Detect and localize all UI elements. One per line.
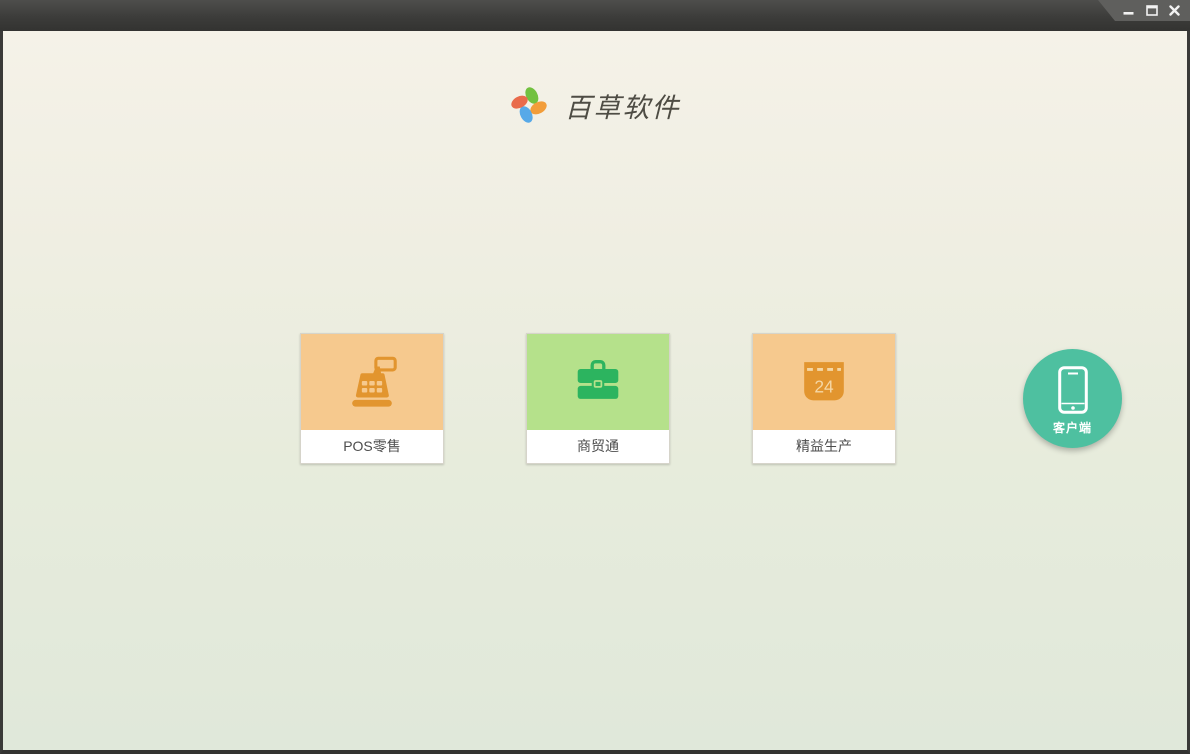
- minimize-icon: [1123, 12, 1134, 15]
- product-tile: [301, 334, 443, 430]
- product-label: 精益生产: [753, 430, 895, 463]
- product-tile: 24: [753, 334, 895, 430]
- product-label: POS零售: [301, 430, 443, 463]
- calendar-icon: 24: [804, 362, 844, 401]
- main-content: 百草软件 POS零售 商贸通 24 精益生产 客户端: [0, 31, 1190, 754]
- product-card-lean-production[interactable]: 24 精益生产: [752, 333, 896, 464]
- product-tile: [527, 334, 669, 430]
- svg-text:24: 24: [814, 377, 834, 397]
- briefcase-icon: [577, 360, 619, 399]
- maximize-icon: [1145, 5, 1158, 16]
- close-button[interactable]: [1164, 1, 1185, 20]
- minimize-button[interactable]: [1118, 1, 1139, 20]
- close-icon: [1169, 5, 1180, 16]
- brand-header: 百草软件: [3, 85, 1187, 125]
- product-card-trade[interactable]: 商贸通: [526, 333, 670, 464]
- cash-register-icon: [352, 356, 397, 407]
- product-card-pos-retail[interactable]: POS零售: [300, 333, 444, 464]
- window-controls: [1098, 0, 1190, 21]
- pinwheel-logo-icon: [510, 87, 547, 123]
- maximize-button[interactable]: [1141, 1, 1162, 20]
- client-button-label: 客户端: [1052, 420, 1092, 435]
- app-title: 百草软件: [564, 92, 681, 124]
- smartphone-icon: [1057, 365, 1088, 414]
- product-label: 商贸通: [527, 430, 669, 463]
- titlebar: [0, 0, 1190, 31]
- client-button[interactable]: 客户端: [1023, 349, 1122, 448]
